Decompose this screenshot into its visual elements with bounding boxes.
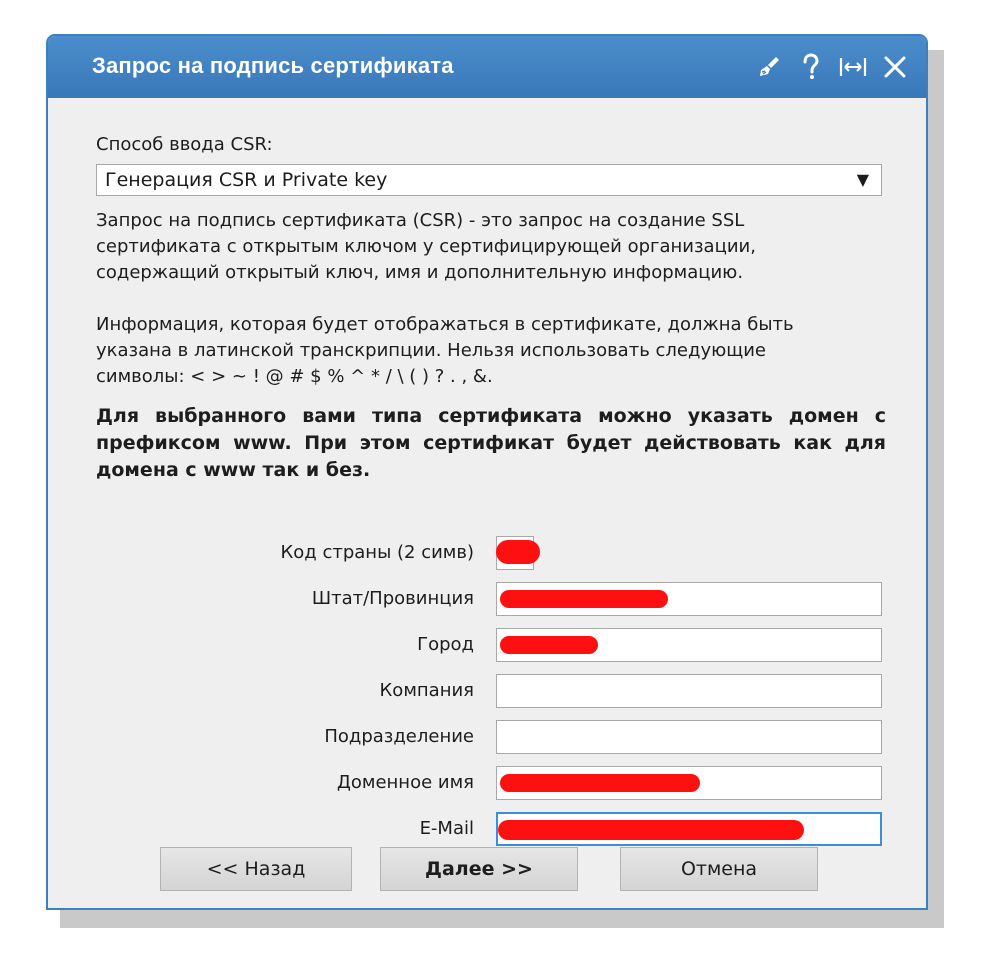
chevron-down-icon: ▼ bbox=[856, 170, 869, 189]
latin-info: Информация, которая будет отображаться в… bbox=[96, 312, 886, 390]
department-label: Подразделение bbox=[324, 726, 474, 747]
form-row-country: Код страны (2 симв) bbox=[96, 536, 884, 570]
state-label: Штат/Провинция bbox=[311, 588, 474, 609]
form-row-department: Подразделение bbox=[96, 720, 884, 754]
www-notice: Для выбранного вами типа сертификата мож… bbox=[96, 405, 886, 481]
description-line: содержащий открытый ключ, имя и дополнит… bbox=[96, 262, 744, 283]
back-button[interactable]: << Назад bbox=[160, 847, 352, 891]
domain-input[interactable] bbox=[496, 766, 882, 800]
form-row-state: Штат/Провинция bbox=[96, 582, 884, 616]
form-row-email: E-Mail bbox=[96, 812, 884, 846]
csr-dialog: Запрос на подпись сертификата Способ вво… bbox=[46, 34, 928, 910]
cancel-button[interactable]: Отмена bbox=[620, 847, 818, 891]
form-row-domain: Доменное имя bbox=[96, 766, 884, 800]
csr-method-value: Генерация CSR и Private key bbox=[105, 169, 388, 191]
info-line: указана в латинской транскрипции. Нельзя… bbox=[96, 340, 766, 361]
dialog-titlebar: Запрос на подпись сертификата bbox=[48, 36, 926, 98]
company-input[interactable] bbox=[496, 674, 882, 708]
resize-icon[interactable] bbox=[838, 52, 868, 82]
broom-icon[interactable] bbox=[754, 52, 784, 82]
city-input[interactable] bbox=[496, 628, 882, 662]
domain-label: Доменное имя bbox=[336, 772, 474, 793]
titlebar-icons bbox=[754, 50, 910, 84]
country-input[interactable] bbox=[496, 536, 534, 570]
email-label: E-Mail bbox=[419, 818, 474, 839]
form-row-company: Компания bbox=[96, 674, 884, 708]
dialog-title: Запрос на подпись сертификата bbox=[92, 53, 454, 78]
state-input[interactable] bbox=[496, 582, 882, 616]
csr-method-label: Способ ввода CSR: bbox=[96, 134, 273, 155]
company-label: Компания bbox=[379, 680, 474, 701]
info-line: Информация, которая будет отображаться в… bbox=[96, 314, 794, 335]
form-row-city: Город bbox=[96, 628, 884, 662]
csr-method-select[interactable]: Генерация CSR и Private key ▼ bbox=[96, 164, 882, 196]
country-label: Код страны (2 симв) bbox=[280, 542, 475, 563]
description-line: сертификата с открытым ключом у сертифиц… bbox=[96, 236, 756, 257]
close-icon[interactable] bbox=[880, 52, 910, 82]
csr-description: Запрос на подпись сертификата (CSR) - эт… bbox=[96, 208, 886, 286]
info-line: символы: < > ~ ! @ # $ % ^ * / \ ( ) ? .… bbox=[96, 366, 493, 387]
help-icon[interactable] bbox=[796, 52, 826, 82]
email-input[interactable] bbox=[496, 812, 882, 846]
department-input[interactable] bbox=[496, 720, 882, 754]
next-button[interactable]: Далее >> bbox=[380, 847, 578, 891]
city-label: Город bbox=[417, 634, 474, 655]
description-line: Запрос на подпись сертификата (CSR) - эт… bbox=[96, 210, 745, 231]
